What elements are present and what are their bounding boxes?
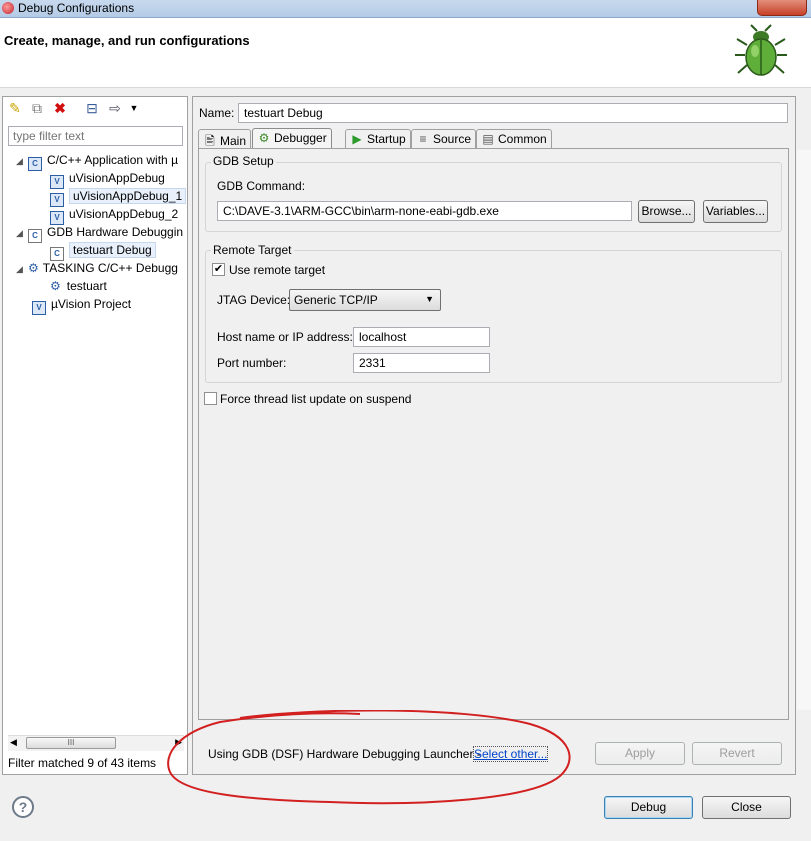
filter-icon[interactable]: ⇨ <box>107 100 123 116</box>
window-title: Debug Configurations <box>18 1 135 15</box>
collapse-all-icon[interactable]: ⊟ <box>84 100 100 116</box>
tab-source[interactable]: ≡ Source <box>411 129 477 148</box>
c-config-icon: C <box>28 229 42 243</box>
host-input[interactable]: localhost <box>353 327 490 347</box>
remote-target-label: Remote Target <box>211 243 294 257</box>
duplicate-icon[interactable]: ⧉ <box>29 100 45 116</box>
host-label: Host name or IP address: <box>217 330 353 344</box>
debugger-tab-content <box>198 148 789 720</box>
tree-item[interactable]: ◢ C C/C++ Application with µ <box>16 151 178 171</box>
force-thread-label: Force thread list update on suspend <box>220 392 412 406</box>
tree-item[interactable]: ◢ C GDB Hardware Debuggin <box>16 223 184 243</box>
tree-item-label: C/C++ Application with µ <box>47 153 178 167</box>
tree-item-label: uVisionAppDebug_1 <box>69 188 187 204</box>
port-label: Port number: <box>217 356 287 370</box>
use-remote-target-label: Use remote target <box>229 263 326 277</box>
header-title: Create, manage, and run configurations <box>4 33 250 48</box>
jtag-device-label: JTAG Device: <box>217 293 291 307</box>
help-icon[interactable]: ? <box>12 796 34 818</box>
delete-icon[interactable]: ✖ <box>52 100 68 116</box>
dropdown-icon[interactable]: ▼ <box>126 100 142 116</box>
tree-item[interactable]: ⚙ testuart <box>50 277 107 295</box>
revert-button[interactable]: Revert <box>692 742 782 765</box>
jtag-device-select[interactable]: Generic TCP/IP ▼ <box>289 289 441 311</box>
apply-button[interactable]: Apply <box>595 742 685 765</box>
scroll-left-icon[interactable]: ◀ <box>10 737 17 748</box>
cpp-app-icon: C <box>28 157 42 171</box>
gdb-setup-group <box>205 162 782 232</box>
tab-debugger[interactable]: ⚙ Debugger <box>252 128 332 149</box>
tab-startup[interactable]: ▶ Startup <box>345 129 411 148</box>
tree-item[interactable]: VuVisionAppDebug_2 <box>50 205 179 225</box>
jtag-device-value: Generic TCP/IP <box>294 293 378 307</box>
tree-item[interactable]: ◢ ⚙ TASKING C/C++ Debugg <box>16 259 178 277</box>
annotation-circle <box>167 710 571 805</box>
startup-tab-icon: ▶ <box>352 132 362 146</box>
tasking-icon: ⚙ <box>28 261 39 275</box>
tree-item[interactable]: VuVisionAppDebug <box>50 169 165 189</box>
source-tab-icon: ≡ <box>419 132 427 146</box>
tab-label: Main <box>220 134 247 148</box>
dialog-header: Create, manage, and run configurations <box>0 18 811 88</box>
tab-common[interactable]: ▤ Common <box>476 129 552 148</box>
force-thread-checkbox[interactable] <box>204 392 217 405</box>
title-bar: Debug Configurations <box>0 0 811 18</box>
filter-input[interactable] <box>8 126 183 146</box>
app-icon <box>2 2 14 14</box>
gdb-command-label: GDB Command: <box>217 179 306 193</box>
tab-label: Startup <box>367 132 406 146</box>
scrollbar-thumb[interactable]: III <box>26 737 116 749</box>
tree-item-selected[interactable]: Ctestuart Debug <box>50 241 156 261</box>
close-button[interactable]: Close <box>702 796 791 819</box>
use-remote-target-checkbox[interactable]: ✔ <box>212 263 225 276</box>
expand-arrow-icon[interactable]: ◢ <box>16 260 28 278</box>
variables-button[interactable]: Variables... <box>703 200 768 223</box>
browse-button[interactable]: Browse... <box>638 200 695 223</box>
expand-arrow-icon[interactable]: ◢ <box>16 224 28 242</box>
tab-label: Common <box>498 132 547 146</box>
gdb-setup-label: GDB Setup <box>211 154 276 168</box>
tree-item-label: GDB Hardware Debuggin <box>47 225 184 239</box>
expand-arrow-icon[interactable]: ◢ <box>16 152 28 170</box>
new-config-icon[interactable]: ✎ <box>7 100 23 116</box>
common-tab-icon: ▤ <box>482 132 494 146</box>
debug-bug-icon <box>735 24 787 76</box>
tree-item-label: uVisionAppDebug_2 <box>69 207 179 221</box>
chevron-down-icon: ▼ <box>425 294 434 304</box>
tasking-icon: ⚙ <box>50 279 61 293</box>
debug-button[interactable]: Debug <box>604 796 693 819</box>
right-edge-strip <box>797 150 811 710</box>
tab-main[interactable]: 🖹 Main <box>198 129 252 148</box>
tree-item[interactable]: VµVision Project <box>32 295 132 315</box>
tree-item-label: testuart Debug <box>69 242 156 258</box>
config-name-input[interactable]: testuart Debug <box>238 103 788 123</box>
tree-item-label: testuart <box>66 279 107 293</box>
tab-label: Source <box>433 132 472 146</box>
tab-label: Debugger <box>274 131 327 145</box>
uvision-icon: V <box>32 301 46 315</box>
port-input[interactable]: 2331 <box>353 353 490 373</box>
filter-status: Filter matched 9 of 43 items <box>8 756 157 770</box>
tree-item-label: uVisionAppDebug <box>69 171 165 185</box>
gdb-command-input[interactable]: C:\DAVE-3.1\ARM-GCC\bin\arm-none-eabi-gd… <box>217 201 632 221</box>
tree-item[interactable]: VuVisionAppDebug_1 <box>50 187 187 207</box>
tree-item-label: TASKING C/C++ Debugg <box>42 261 178 275</box>
name-label: Name: <box>199 106 235 120</box>
window-close-button[interactable] <box>757 0 807 16</box>
debugger-tab-icon: ⚙ <box>258 131 270 145</box>
tree-item-label: µVision Project <box>51 297 132 311</box>
